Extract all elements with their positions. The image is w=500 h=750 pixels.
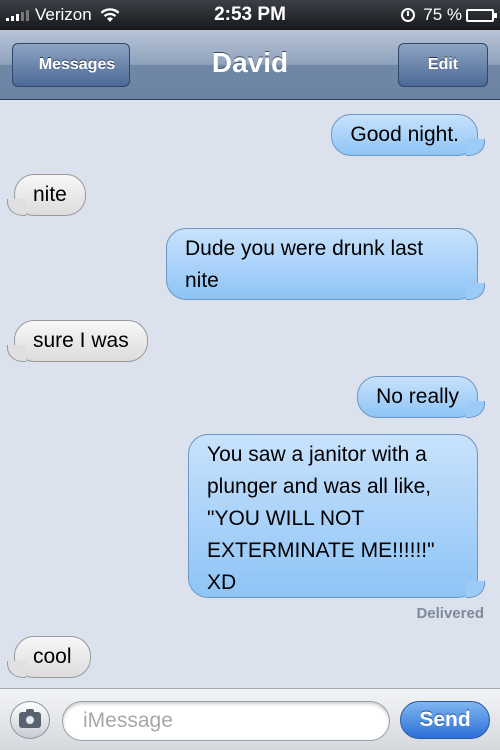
imessage-input[interactable] <box>62 701 390 741</box>
battery-percent: 75 % <box>423 5 462 24</box>
message-bubble-received[interactable]: nite <box>7 174 86 216</box>
battery-icon <box>466 8 497 22</box>
status-bar: Verizon 2:53 PM 75 % <box>0 0 500 30</box>
camera-icon <box>19 709 41 728</box>
compose-bar: Send <box>0 688 500 750</box>
navigation-bar: Messages David Edit <box>0 30 500 100</box>
message-bubble-received[interactable]: sure I was <box>7 320 148 362</box>
message-bubble-sent[interactable]: No really <box>357 376 485 418</box>
status-right: 75 % <box>401 5 497 25</box>
delivered-status: Delivered <box>416 605 484 622</box>
camera-button[interactable] <box>10 701 50 739</box>
message-bubble-sent[interactable]: Good night. <box>331 114 485 156</box>
clock-icon <box>401 8 416 22</box>
message-bubble-received[interactable]: cool <box>7 636 91 678</box>
send-button[interactable]: Send <box>400 701 490 739</box>
message-bubble-sent[interactable]: Dude you were drunk last nite <box>166 228 485 300</box>
message-bubble-sent[interactable]: You saw a janitor with a plunger and was… <box>188 434 485 598</box>
edit-button[interactable]: Edit <box>398 43 488 87</box>
